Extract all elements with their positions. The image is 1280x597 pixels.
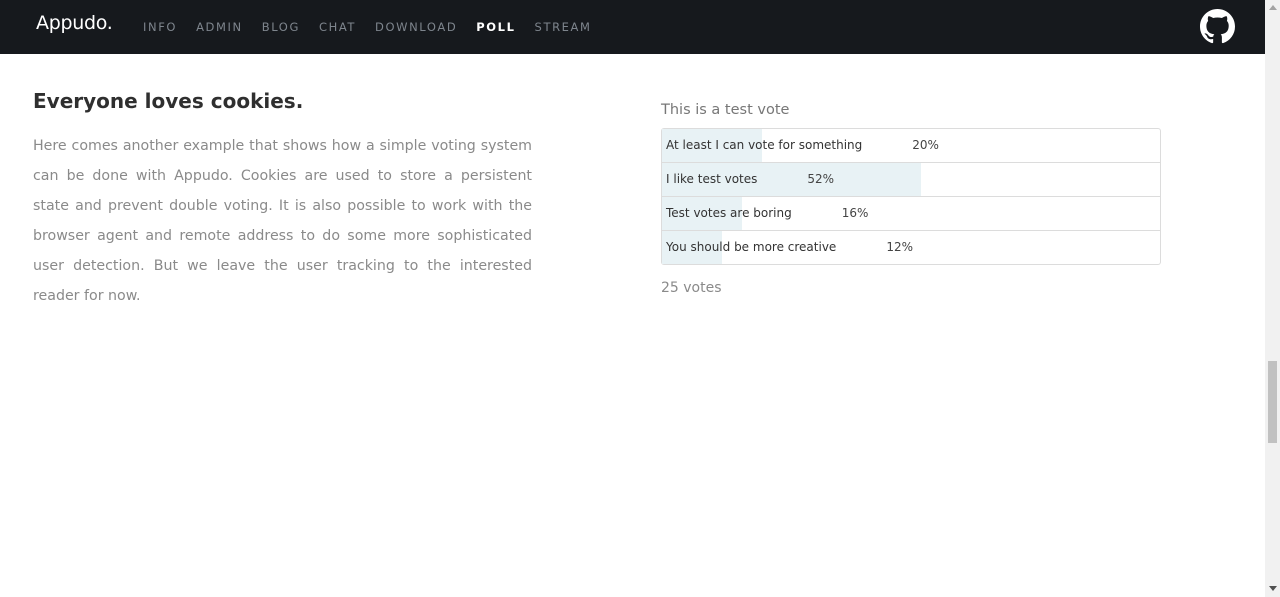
page: Appudo. INFO ADMIN BLOG CHAT DOWNLOAD PO… bbox=[0, 0, 1280, 597]
poll-option-label: I like test votes bbox=[666, 172, 758, 186]
poll-options: At least I can vote for something 20% I l… bbox=[661, 128, 1161, 265]
github-icon[interactable] bbox=[1200, 9, 1235, 44]
brand-logo[interactable]: Appudo. bbox=[36, 12, 113, 34]
nav-menu: INFO ADMIN BLOG CHAT DOWNLOAD POLL STREA… bbox=[143, 0, 611, 54]
nav-item-download[interactable]: DOWNLOAD bbox=[375, 20, 457, 34]
poll-option-percent: 20% bbox=[912, 138, 939, 152]
poll-option-text: At least I can vote for something 20% bbox=[666, 138, 939, 152]
vote-count: 25 votes bbox=[661, 280, 722, 296]
poll-option[interactable]: At least I can vote for something 20% bbox=[662, 129, 1160, 163]
scroll-down-arrow-icon[interactable] bbox=[1269, 586, 1277, 591]
scrollbar-thumb[interactable] bbox=[1268, 361, 1277, 443]
poll-option-label: You should be more creative bbox=[666, 240, 837, 254]
poll-option[interactable]: You should be more creative 12% bbox=[662, 231, 1160, 264]
nav-item-info[interactable]: INFO bbox=[143, 20, 177, 34]
scrollbar[interactable] bbox=[1265, 0, 1280, 597]
poll-option-text: I like test votes 52% bbox=[666, 172, 834, 186]
nav-item-blog[interactable]: BLOG bbox=[262, 20, 300, 34]
section-description: Here comes another example that shows ho… bbox=[33, 138, 532, 304]
poll-option-text: You should be more creative 12% bbox=[666, 240, 913, 254]
poll-option-percent: 16% bbox=[841, 206, 869, 220]
poll-option-percent: 52% bbox=[807, 172, 835, 186]
poll-title: This is a test vote bbox=[661, 102, 790, 118]
poll-option[interactable]: Test votes are boring 16% bbox=[662, 197, 1160, 231]
nav-item-chat[interactable]: CHAT bbox=[319, 20, 356, 34]
poll-option-text: Test votes are boring 16% bbox=[666, 206, 868, 220]
scroll-up-arrow-icon[interactable] bbox=[1269, 5, 1277, 10]
poll-option[interactable]: I like test votes 52% bbox=[662, 163, 1160, 197]
nav-item-poll[interactable]: POLL bbox=[476, 20, 515, 34]
section-heading: Everyone loves cookies. bbox=[33, 89, 304, 113]
nav-item-admin[interactable]: ADMIN bbox=[196, 20, 243, 34]
poll-option-label: At least I can vote for something bbox=[666, 138, 863, 152]
navbar: Appudo. INFO ADMIN BLOG CHAT DOWNLOAD PO… bbox=[0, 0, 1265, 54]
poll-option-label: Test votes are boring bbox=[666, 206, 792, 220]
nav-item-stream[interactable]: STREAM bbox=[535, 20, 592, 34]
poll-option-percent: 12% bbox=[886, 240, 913, 254]
